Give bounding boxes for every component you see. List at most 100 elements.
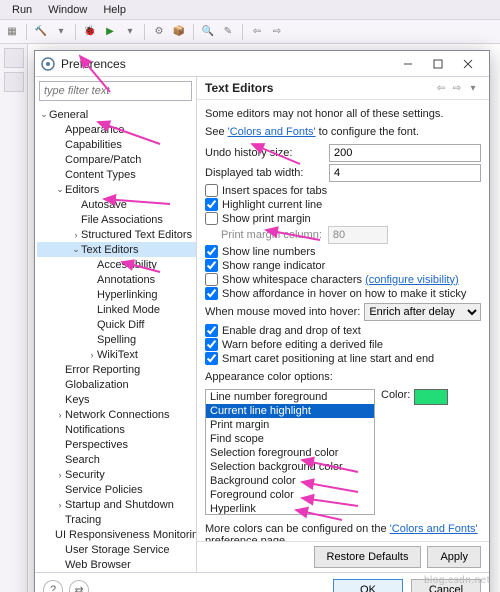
menu-help[interactable]: Help	[95, 4, 134, 16]
tree-item[interactable]: File Associations	[37, 212, 196, 227]
ok-button[interactable]: OK	[333, 579, 403, 592]
toolbar-icon[interactable]: 🔍	[200, 24, 216, 40]
tree-item[interactable]: Perspectives	[37, 437, 196, 452]
preference-tree[interactable]: ⌄GeneralAppearanceCapabilitiesCompare/Pa…	[35, 105, 196, 572]
tree-item[interactable]: Tracing	[37, 512, 196, 527]
close-button[interactable]	[453, 54, 483, 74]
tree-item[interactable]: Globalization	[37, 377, 196, 392]
tree-item[interactable]: ›Network Connections	[37, 407, 196, 422]
colors-fonts-link[interactable]: 'Colors and Fonts'	[228, 126, 316, 138]
run-icon[interactable]: ▶	[102, 24, 118, 40]
insert-spaces-checkbox[interactable]	[205, 184, 218, 197]
help-icon[interactable]: ?	[43, 580, 63, 592]
tree-item[interactable]: Autosave	[37, 197, 196, 212]
tabwidth-input[interactable]	[329, 164, 481, 182]
tree-item[interactable]: Accessibility	[37, 257, 196, 272]
tree-item[interactable]: UI Responsiveness Monitoring	[37, 527, 196, 542]
expand-icon[interactable]: ⌄	[55, 184, 65, 195]
appearance-list[interactable]: Line number foregroundCurrent line highl…	[205, 389, 375, 515]
expand-icon[interactable]: ›	[71, 230, 81, 240]
tree-item[interactable]: Capabilities	[37, 137, 196, 152]
restore-defaults-button[interactable]: Restore Defaults	[314, 546, 422, 568]
tree-item[interactable]: Hyperlinking	[37, 287, 196, 302]
maximize-button[interactable]	[423, 54, 453, 74]
import-export-icon[interactable]: ⇄	[69, 580, 89, 592]
appearance-item[interactable]: Foreground color	[206, 488, 374, 502]
tree-item[interactable]: Content Types	[37, 167, 196, 182]
tree-item[interactable]: ›Structured Text Editors	[37, 227, 196, 242]
tree-item[interactable]: ⌄General	[37, 107, 196, 122]
appearance-item[interactable]: Print margin	[206, 418, 374, 432]
tree-item[interactable]: Service Policies	[37, 482, 196, 497]
tree-item[interactable]: ›Security	[37, 467, 196, 482]
tree-item[interactable]: Search	[37, 452, 196, 467]
print-margin-checkbox[interactable]	[205, 212, 218, 225]
apply-button[interactable]: Apply	[427, 546, 481, 568]
line-numbers-checkbox[interactable]	[205, 245, 218, 258]
toolbar-icon[interactable]: 📦	[171, 24, 187, 40]
undo-input[interactable]	[329, 144, 481, 162]
tree-item[interactable]: Annotations	[37, 272, 196, 287]
expand-icon[interactable]: ›	[55, 500, 65, 510]
appearance-item[interactable]: Hyperlink	[206, 502, 374, 515]
tree-item[interactable]: ⌄Text Editors	[37, 242, 196, 257]
tree-item[interactable]: Spelling	[37, 332, 196, 347]
toolbar-icon[interactable]: ▾	[53, 24, 69, 40]
toolbar-icon[interactable]: ⚙	[151, 24, 167, 40]
expand-icon[interactable]: ⌄	[39, 109, 49, 120]
toolbar-icon[interactable]: ⇦	[249, 24, 265, 40]
appearance-item[interactable]: Find scope	[206, 432, 374, 446]
expand-icon[interactable]: ⌄	[71, 244, 81, 255]
color-swatch[interactable]	[414, 389, 448, 405]
back-icon[interactable]: ⇦	[433, 81, 449, 95]
tree-item[interactable]: Compare/Patch	[37, 152, 196, 167]
appearance-item[interactable]: Current line highlight	[206, 404, 374, 418]
tree-item[interactable]: Error Reporting	[37, 362, 196, 377]
hover-label: When mouse moved into hover:	[205, 306, 360, 318]
warn-derived-checkbox[interactable]	[205, 338, 218, 351]
titlebar[interactable]: Preferences	[35, 51, 489, 77]
minimize-button[interactable]	[393, 54, 423, 74]
tree-item[interactable]: ›WikiText	[37, 347, 196, 362]
tree-item[interactable]: Keys	[37, 392, 196, 407]
hover-select[interactable]: Enrich after delay	[364, 303, 481, 321]
tree-item[interactable]: Appearance	[37, 122, 196, 137]
appearance-item[interactable]: Line number foreground	[206, 390, 374, 404]
appearance-item[interactable]: Background color	[206, 474, 374, 488]
toolbar-icon[interactable]: ⇨	[269, 24, 285, 40]
tree-item[interactable]: User Storage Service	[37, 542, 196, 557]
view-icon[interactable]	[4, 72, 24, 92]
tree-item[interactable]: ›Startup and Shutdown	[37, 497, 196, 512]
tree-label: Quick Diff	[97, 319, 144, 331]
menu-icon[interactable]: ▾	[465, 81, 481, 95]
forward-icon[interactable]: ⇨	[449, 81, 465, 95]
tree-item[interactable]: Web Browser	[37, 557, 196, 572]
affordance-checkbox[interactable]	[205, 287, 218, 300]
expand-icon[interactable]: ›	[55, 410, 65, 420]
appearance-item[interactable]: Selection background color	[206, 460, 374, 474]
colors-fonts-link-2[interactable]: 'Colors and Fonts'	[390, 523, 478, 535]
pref-icon	[41, 57, 55, 71]
menu-window[interactable]: Window	[40, 4, 95, 16]
expand-icon[interactable]: ›	[55, 470, 65, 480]
menu-run[interactable]: Run	[4, 4, 40, 16]
tree-item[interactable]: Quick Diff	[37, 317, 196, 332]
toolbar-icon[interactable]: ▦	[4, 24, 20, 40]
expand-icon[interactable]: ›	[87, 350, 97, 360]
view-icon[interactable]	[4, 48, 24, 68]
tree-item[interactable]: ⌄Editors	[37, 182, 196, 197]
appearance-item[interactable]: Selection foreground color	[206, 446, 374, 460]
highlight-line-checkbox[interactable]	[205, 198, 218, 211]
whitespace-checkbox[interactable]	[205, 273, 218, 286]
toolbar-icon[interactable]: ▾	[122, 24, 138, 40]
toolbar-icon[interactable]: 🐞	[82, 24, 98, 40]
toolbar-icon[interactable]: 🔨	[33, 24, 49, 40]
configure-visibility-link[interactable]: (configure visibility)	[365, 274, 459, 286]
tree-item[interactable]: Linked Mode	[37, 302, 196, 317]
range-checkbox[interactable]	[205, 259, 218, 272]
filter-input[interactable]	[39, 81, 192, 101]
toolbar-icon[interactable]: ✎	[220, 24, 236, 40]
smart-caret-checkbox[interactable]	[205, 352, 218, 365]
drag-checkbox[interactable]	[205, 324, 218, 337]
tree-item[interactable]: Notifications	[37, 422, 196, 437]
